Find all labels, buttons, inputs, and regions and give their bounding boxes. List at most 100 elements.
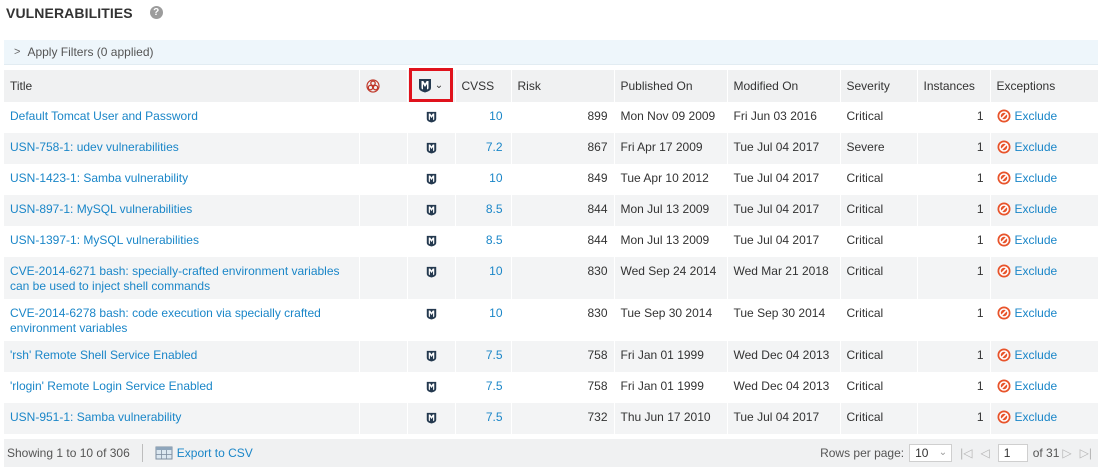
next-page-icon[interactable]: ▷ bbox=[1062, 446, 1071, 460]
cell-cvss: 10 bbox=[455, 102, 512, 133]
cell-exploits[interactable] bbox=[407, 403, 456, 434]
cell-modified: Tue Sep 30 2014 bbox=[727, 299, 841, 341]
cell-exploits[interactable] bbox=[407, 133, 456, 164]
column-header-cvss[interactable]: CVSS bbox=[455, 70, 512, 102]
vulnerability-title-link[interactable]: USN-1423-1: Samba vulnerability bbox=[10, 171, 188, 185]
cvss-score-link[interactable]: 10 bbox=[489, 171, 502, 185]
cvss-score-link[interactable]: 8.5 bbox=[486, 233, 503, 247]
cell-modified: Tue Jul 04 2017 bbox=[727, 164, 841, 195]
cvss-score-link[interactable]: 10 bbox=[489, 306, 502, 320]
cell-malware bbox=[359, 226, 408, 257]
cell-exploits[interactable] bbox=[407, 164, 456, 195]
column-header-exceptions[interactable]: Exceptions bbox=[990, 70, 1099, 102]
cell-cvss: 10 bbox=[455, 257, 512, 299]
cell-severity: Critical bbox=[840, 299, 918, 341]
vulnerability-title-link[interactable]: 'rsh' Remote Shell Service Enabled bbox=[10, 348, 197, 362]
cell-exceptions: Exclude bbox=[990, 102, 1099, 133]
cell-instances: 1 bbox=[917, 299, 991, 341]
exclude-button[interactable]: Exclude bbox=[997, 264, 1057, 278]
vulnerability-title-link[interactable]: USN-951-1: Samba vulnerability bbox=[10, 410, 181, 424]
exclude-label: Exclude bbox=[1014, 348, 1058, 362]
rows-per-page-select[interactable]: 10 ⌄ bbox=[909, 444, 953, 462]
cvss-score-link[interactable]: 7.2 bbox=[486, 140, 503, 154]
cell-exploits[interactable] bbox=[407, 341, 456, 372]
exclude-button[interactable]: Exclude bbox=[997, 233, 1057, 247]
exclude-label: Exclude bbox=[1014, 306, 1058, 320]
cell-title: USN-1423-1: Samba vulnerability bbox=[4, 164, 360, 195]
page-number-input[interactable]: 1 bbox=[997, 444, 1028, 462]
exclude-label: Exclude bbox=[1014, 171, 1058, 185]
cell-published: Tue Apr 10 2012 bbox=[614, 164, 728, 195]
page-number-value: 1 bbox=[1003, 446, 1011, 460]
exclude-label: Exclude bbox=[1014, 379, 1058, 393]
exclude-label: Exclude bbox=[1014, 140, 1058, 154]
cell-modified: Tue Jul 04 2017 bbox=[727, 133, 841, 164]
cell-exploits[interactable] bbox=[407, 195, 456, 226]
exclude-button[interactable]: Exclude bbox=[997, 109, 1057, 123]
exclude-button[interactable]: Exclude bbox=[997, 410, 1057, 424]
column-header-exploits[interactable]: ⌄ bbox=[407, 68, 456, 102]
first-page-icon[interactable]: |◁ bbox=[960, 446, 972, 460]
cell-title: Default Tomcat User and Password bbox=[4, 102, 360, 133]
cvss-score-link[interactable]: 7.5 bbox=[486, 410, 503, 424]
last-page-icon[interactable]: ▷| bbox=[1080, 446, 1092, 460]
cell-risk: 830 bbox=[511, 257, 615, 299]
table-row: USN-1397-1: MySQL vulnerabilities 8.5 844 M… bbox=[4, 226, 1099, 257]
cell-exploits[interactable] bbox=[407, 372, 456, 403]
cell-exploits[interactable] bbox=[407, 226, 456, 257]
rows-per-page-label: Rows per page: bbox=[820, 446, 905, 460]
previous-page-icon[interactable]: ◁ bbox=[980, 446, 989, 460]
column-header-published[interactable]: Published On bbox=[614, 70, 728, 102]
cell-risk: 844 bbox=[511, 226, 615, 257]
cell-modified: Wed Mar 21 2018 bbox=[727, 257, 841, 299]
exclude-button[interactable]: Exclude bbox=[997, 379, 1058, 393]
cell-modified: Tue Jul 04 2017 bbox=[727, 226, 841, 257]
column-header-modified[interactable]: Modified On bbox=[727, 70, 841, 102]
exclude-button[interactable]: Exclude bbox=[997, 202, 1057, 216]
exclude-icon bbox=[997, 171, 1010, 185]
vulnerability-title-link[interactable]: Default Tomcat User and Password bbox=[10, 109, 198, 123]
cell-malware bbox=[359, 102, 408, 133]
column-header-malware[interactable] bbox=[359, 70, 408, 102]
question-circle-icon[interactable]: ? bbox=[149, 6, 163, 19]
vulnerability-title-link[interactable]: USN-1397-1: MySQL vulnerabilities bbox=[10, 233, 199, 247]
vulnerability-title-link[interactable]: USN-897-1: MySQL vulnerabilities bbox=[10, 202, 192, 216]
apply-filters-bar[interactable]: > Apply Filters (0 applied) bbox=[4, 40, 1098, 65]
cell-malware bbox=[359, 164, 408, 195]
metasploit-icon bbox=[426, 204, 436, 216]
biohazard-icon bbox=[365, 79, 380, 94]
cvss-score-link[interactable]: 7.5 bbox=[486, 379, 503, 393]
column-header-title[interactable]: Title bbox=[4, 70, 360, 102]
cvss-score-link[interactable]: 10 bbox=[489, 264, 502, 278]
cell-exploits[interactable] bbox=[407, 102, 456, 133]
cell-severity: Severe bbox=[840, 133, 918, 164]
cell-instances: 1 bbox=[917, 403, 991, 434]
metasploit-icon bbox=[426, 350, 436, 362]
vulnerabilities-table: Title ⌄ CVSS Risk Published On Modified … bbox=[4, 68, 1099, 434]
cell-exploits[interactable] bbox=[407, 257, 456, 299]
cell-title: 'rsh' Remote Shell Service Enabled bbox=[4, 341, 360, 372]
cvss-score-link[interactable]: 8.5 bbox=[486, 202, 503, 216]
exclude-button[interactable]: Exclude bbox=[997, 306, 1058, 320]
vulnerability-title-link[interactable]: CVE-2014-6278 bash: code execution via s… bbox=[10, 306, 321, 335]
column-header-severity[interactable]: Severity bbox=[840, 70, 918, 102]
csv-file-icon bbox=[155, 446, 173, 460]
cvss-score-link[interactable]: 7.5 bbox=[486, 348, 503, 362]
column-header-instances[interactable]: Instances bbox=[917, 70, 991, 102]
cell-exploits[interactable] bbox=[407, 299, 456, 341]
cell-published: Mon Nov 09 2009 bbox=[614, 102, 728, 133]
vulnerability-title-link[interactable]: USN-758-1: udev vulnerabilities bbox=[10, 140, 179, 154]
cvss-score-link[interactable]: 10 bbox=[489, 109, 502, 123]
exclude-button[interactable]: Exclude bbox=[997, 171, 1058, 185]
exclude-button[interactable]: Exclude bbox=[997, 348, 1058, 362]
cell-malware bbox=[359, 372, 408, 403]
exploits-filter-highlight[interactable]: ⌄ bbox=[408, 68, 453, 102]
vulnerability-title-link[interactable]: 'rlogin' Remote Login Service Enabled bbox=[10, 379, 213, 393]
column-header-risk[interactable]: Risk bbox=[511, 70, 615, 102]
cell-instances: 1 bbox=[917, 372, 991, 403]
export-csv-button[interactable]: Export to CSV bbox=[155, 446, 253, 460]
vulnerability-title-link[interactable]: CVE-2014-6271 bash: specially-crafted en… bbox=[10, 264, 340, 293]
cell-cvss: 8.5 bbox=[455, 226, 512, 257]
cell-risk: 867 bbox=[511, 133, 615, 164]
exclude-button[interactable]: Exclude bbox=[997, 140, 1058, 154]
